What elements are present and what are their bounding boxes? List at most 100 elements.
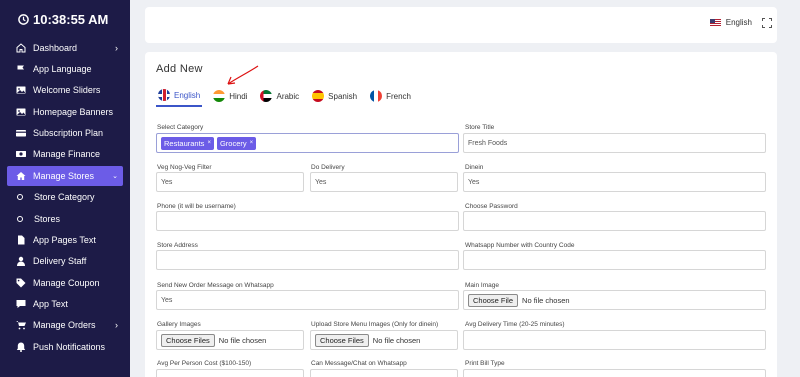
tab-arabic[interactable]: Arabic bbox=[258, 85, 301, 107]
money-icon bbox=[15, 149, 26, 160]
select-category-label: Select Category bbox=[157, 124, 204, 131]
avg-delivery-input[interactable] bbox=[463, 330, 766, 350]
sidebar-item-push-notifications[interactable]: Push Notifications bbox=[0, 336, 130, 357]
uk-flag-icon bbox=[158, 89, 170, 101]
circle-icon bbox=[17, 194, 23, 201]
select-category-input[interactable]: Restaurants × Grocery × bbox=[156, 133, 459, 153]
store-address-label: Store Address bbox=[157, 242, 198, 249]
phone-input[interactable] bbox=[156, 211, 459, 231]
sidebar-item-label: Push Notifications bbox=[33, 341, 106, 352]
category-chip: Grocery × bbox=[216, 136, 257, 150]
main-image-input: Choose File No file chosen bbox=[463, 290, 766, 310]
choose-files-button[interactable]: Choose Files bbox=[161, 333, 215, 347]
sidebar-item-welcome-sliders[interactable]: Welcome Sliders bbox=[0, 80, 130, 101]
chip-label: Restaurants bbox=[164, 138, 205, 148]
tab-label: French bbox=[386, 91, 411, 101]
sidebar-item-manage-finance[interactable]: Manage Finance bbox=[0, 143, 130, 164]
sidebar-item-manage-stores[interactable]: Manage Stores ⌄ bbox=[7, 165, 123, 186]
sidebar-item-label: Dashboard bbox=[33, 42, 78, 53]
chip-label: Grocery bbox=[219, 138, 247, 148]
us-flag-icon bbox=[709, 19, 721, 26]
sidebar-item-delivery-staff[interactable]: Delivery Staff bbox=[0, 251, 130, 272]
sidebar-item-label: App Text bbox=[33, 298, 68, 309]
sidebar-item-label: Subscription Plan bbox=[33, 127, 104, 138]
store-title-input[interactable]: Fresh Foods bbox=[463, 133, 766, 153]
password-label: Choose Password bbox=[465, 203, 518, 210]
dinein-label: Dinein bbox=[465, 164, 484, 171]
print-bill-select[interactable] bbox=[463, 369, 766, 377]
flag-icon bbox=[15, 63, 26, 74]
do-delivery-select[interactable]: Yes bbox=[310, 172, 458, 192]
tab-english[interactable]: English bbox=[156, 85, 203, 107]
card-icon bbox=[15, 127, 26, 138]
sidebar-item-dashboard[interactable]: Dashboard › bbox=[0, 37, 130, 58]
tab-spanish[interactable]: Spanish bbox=[310, 85, 359, 107]
sidebar-item-label: Manage Stores bbox=[33, 170, 95, 181]
choose-file-button[interactable]: Choose File bbox=[468, 293, 519, 307]
file-status: No file chosen bbox=[522, 295, 570, 305]
store-address-input[interactable] bbox=[156, 250, 459, 270]
sidebar-nav: Dashboard › App Language Welcome Sliders… bbox=[0, 37, 130, 357]
cart-icon bbox=[15, 320, 26, 331]
choose-files-button[interactable]: Choose Files bbox=[315, 333, 369, 347]
image-icon bbox=[15, 85, 26, 96]
sidebar-item-manage-orders[interactable]: Manage Orders › bbox=[0, 315, 130, 336]
card-title: Add New bbox=[156, 63, 203, 75]
send-whatsapp-label: Send New Order Message on Whatsapp bbox=[157, 282, 274, 289]
sidebar: 10:38:55 AM Dashboard › App Language Wel… bbox=[0, 0, 130, 377]
veg-filter-select[interactable]: Yes bbox=[156, 172, 304, 192]
tab-label: English bbox=[174, 90, 201, 100]
sidebar-item-label: Store Category bbox=[34, 192, 95, 203]
sidebar-item-label: App Language bbox=[33, 63, 92, 74]
uae-flag-icon bbox=[260, 90, 273, 102]
menu-images-label: Upload Store Menu Images (Only for dinei… bbox=[311, 321, 439, 328]
language-tabs: English Hindi Arabic Spanish French bbox=[156, 85, 422, 107]
veg-filter-label: Veg Nog-Veg Filter bbox=[157, 164, 212, 171]
fullscreen-icon[interactable] bbox=[762, 18, 772, 28]
tab-hindi[interactable]: Hindi bbox=[211, 85, 249, 107]
sidebar-item-app-language[interactable]: App Language bbox=[0, 58, 130, 79]
language-switcher[interactable]: English bbox=[709, 18, 752, 27]
tab-french[interactable]: French bbox=[368, 85, 413, 107]
avg-delivery-label: Avg Delivery Time (20-25 minutes) bbox=[465, 321, 565, 328]
sidebar-item-label: Manage Coupon bbox=[33, 277, 100, 288]
phone-label: Phone (it will be username) bbox=[157, 203, 236, 210]
do-delivery-label: Do Delivery bbox=[311, 164, 345, 171]
spain-flag-icon bbox=[312, 90, 325, 102]
file-icon bbox=[15, 235, 26, 246]
add-new-card: Add New English Hindi Arabic Spanish Fre… bbox=[145, 52, 777, 377]
sidebar-item-label: App Pages Text bbox=[33, 235, 96, 246]
image-icon bbox=[15, 106, 26, 117]
remove-chip-icon[interactable]: × bbox=[250, 140, 254, 146]
sidebar-item-label: Manage Orders bbox=[33, 320, 96, 331]
can-message-select[interactable] bbox=[310, 369, 458, 377]
send-whatsapp-select[interactable]: Yes bbox=[156, 290, 459, 310]
sidebar-item-subscription-plan[interactable]: Subscription Plan bbox=[0, 122, 130, 143]
sidebar-item-stores[interactable]: Stores bbox=[0, 208, 130, 229]
sidebar-item-app-text[interactable]: App Text bbox=[0, 293, 130, 314]
dinein-select[interactable]: Yes bbox=[463, 172, 766, 192]
remove-chip-icon[interactable]: × bbox=[207, 140, 211, 146]
sidebar-item-store-category[interactable]: Store Category bbox=[0, 187, 130, 208]
main-image-label: Main Image bbox=[465, 282, 499, 289]
tab-label: Spanish bbox=[328, 91, 358, 101]
comment-icon bbox=[15, 298, 26, 309]
circle-icon bbox=[17, 215, 23, 222]
file-status: No file chosen bbox=[218, 335, 267, 345]
bell-icon bbox=[15, 341, 26, 352]
chevron-right-icon: › bbox=[115, 320, 118, 331]
sidebar-item-label: Delivery Staff bbox=[33, 256, 87, 267]
gallery-images-input: Choose Files No file chosen bbox=[156, 330, 304, 350]
avg-cost-input[interactable] bbox=[156, 369, 304, 377]
sidebar-item-app-pages-text[interactable]: App Pages Text bbox=[0, 229, 130, 250]
sidebar-item-homepage-banners[interactable]: Homepage Banners bbox=[0, 101, 130, 122]
menu-images-input: Choose Files No file chosen bbox=[310, 330, 458, 350]
sidebar-item-label: Welcome Sliders bbox=[33, 85, 101, 96]
tab-label: Arabic bbox=[276, 91, 300, 101]
print-bill-label: Print Bill Type bbox=[465, 360, 505, 367]
sidebar-item-manage-coupon[interactable]: Manage Coupon bbox=[0, 272, 130, 293]
language-label: English bbox=[725, 18, 752, 27]
chevron-down-icon: ⌄ bbox=[112, 172, 118, 180]
whatsapp-number-input[interactable] bbox=[463, 250, 766, 270]
password-input[interactable] bbox=[463, 211, 766, 231]
